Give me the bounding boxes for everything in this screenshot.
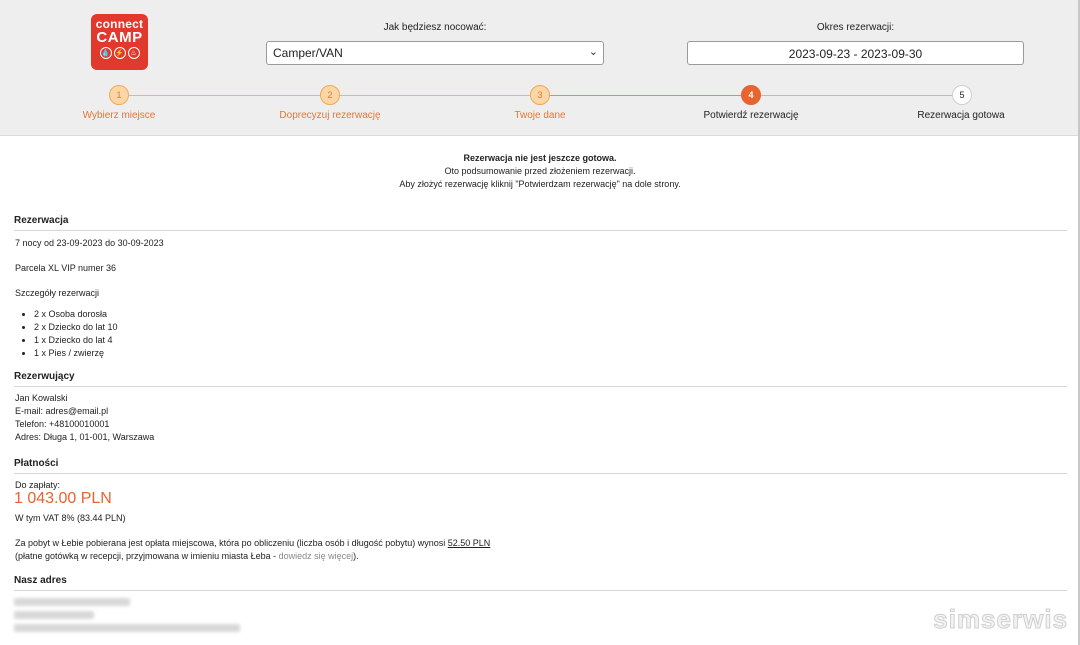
list-item: 2 x Osoba dorosła	[34, 308, 118, 321]
local-tax-note-text: (płatne gotówką w recepcji, przyjmowana …	[15, 551, 279, 561]
notice-heading: Rezerwacja nie jest jeszcze gotowa.	[463, 153, 617, 163]
local-tax-amount: 52.50 PLN	[447, 538, 491, 548]
notice-line-2: Oto podsumowanie przed złożeniem rezerwa…	[444, 166, 636, 176]
local-tax-note-end: ).	[353, 551, 359, 561]
amenities-icon: ♨	[127, 47, 140, 59]
divider	[14, 230, 1067, 231]
local-tax-note: (płatne gotówką w recepcji, przyjmowana …	[15, 550, 359, 563]
booker-section-title: Rezerwujący	[14, 371, 75, 382]
stay-type-label: Jak będziesz nocować:	[383, 22, 487, 33]
electricity-icon: ⚡	[113, 47, 126, 59]
list-item: 1 x Pies / zwierzę	[34, 347, 118, 360]
step-2-label[interactable]: Doprecyzuj rezerwację	[250, 110, 410, 121]
reservation-pitch: Parcela XL VIP numer 36	[15, 263, 117, 273]
water-icon: 💧	[99, 47, 112, 59]
step-3-label[interactable]: Twoje dane	[460, 110, 620, 121]
reservation-items-list: 2 x Osoba dorosła 2 x Dziecko do lat 10 …	[34, 308, 118, 360]
payments-section-title: Płatności	[14, 458, 59, 469]
chevron-down-icon: ⌄	[588, 46, 598, 58]
local-tax-info: Za pobyt w Łebie pobierana jest opłata m…	[15, 537, 490, 550]
watermark: simserwis	[933, 604, 1068, 635]
logo-icons: 💧 ⚡ ♨	[91, 47, 148, 59]
stay-type-select[interactable]: Camper/VAN ⌄	[266, 41, 604, 65]
redacted-address-line	[14, 598, 130, 606]
step-3-circle[interactable]: 3	[530, 85, 550, 105]
step-1-circle[interactable]: 1	[109, 85, 129, 105]
progress-line-1	[129, 95, 320, 96]
stay-type-value: Camper/VAN	[273, 46, 343, 60]
booker-name: Jan Kowalski	[15, 393, 68, 403]
booker-email: E-mail: adres@email.pl	[15, 406, 109, 416]
learn-more-link[interactable]: dowiedz się więcej	[279, 551, 354, 561]
step-2-circle[interactable]: 2	[320, 85, 340, 105]
redacted-directions-line	[14, 611, 94, 619]
booker-phone: Telefon: +48100010001	[15, 419, 110, 429]
reservation-section-title: Rezerwacja	[14, 215, 69, 226]
booker-address: Adres: Długa 1, 01-001, Warszawa	[15, 432, 155, 442]
divider	[14, 590, 1067, 591]
progress-line-4	[761, 95, 952, 96]
address-section-title: Nasz adres	[14, 575, 67, 586]
logo-line2: CAMP	[96, 29, 143, 46]
step-4-label: Potwierdź rezerwację	[703, 110, 799, 121]
step-4-circle: 4	[741, 85, 761, 105]
progress-line-3	[550, 95, 741, 96]
notice-line-3: Aby złożyć rezerwację kliknij "Potwierdz…	[399, 179, 681, 189]
step-1-label[interactable]: Wybierz miejsce	[39, 110, 199, 121]
period-label: Okres rezerwacji:	[816, 22, 895, 33]
period-date-input[interactable]: 2023-09-23 - 2023-09-30	[687, 41, 1024, 65]
divider	[14, 473, 1067, 474]
confirmation-notice: Rezerwacja nie jest jeszcze gotowa. Oto …	[0, 152, 1080, 191]
step-5-circle: 5	[952, 85, 972, 105]
local-tax-text: Za pobyt w Łebie pobierana jest opłata m…	[15, 538, 448, 548]
vat-info: W tym VAT 8% (83.44 PLN)	[15, 513, 126, 523]
reservation-details-label: Szczegóły rezerwacji	[15, 288, 100, 298]
list-item: 2 x Dziecko do lat 10	[34, 321, 118, 334]
header-bar: connect CAMP 💧 ⚡ ♨ Jak będziesz nocować:…	[0, 0, 1078, 136]
reservation-nights: 7 nocy od 23-09-2023 do 30-09-2023	[15, 238, 164, 248]
connectcamp-logo[interactable]: connect CAMP 💧 ⚡ ♨	[91, 14, 148, 70]
amount-due-value: 1 043.00 PLN	[14, 490, 112, 507]
redacted-contact-line	[14, 624, 240, 632]
progress-line-2	[340, 95, 530, 96]
step-5-label: Rezerwacja gotowa	[917, 110, 1005, 121]
divider	[14, 386, 1067, 387]
list-item: 1 x Dziecko do lat 4	[34, 334, 118, 347]
